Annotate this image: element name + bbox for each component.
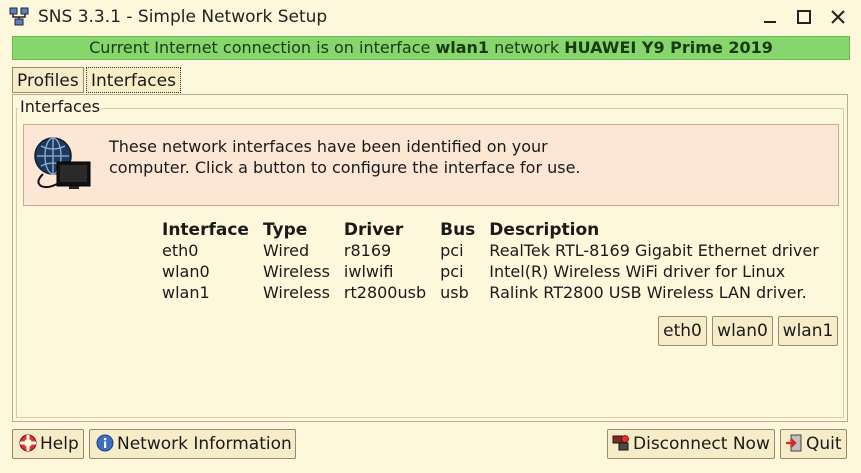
cell-description: Intel(R) Wireless WiFi driver for Linux — [489, 262, 786, 281]
cell-bus: pci — [440, 262, 464, 281]
table-header-row: Interface Type Driver Bus Description — [158, 219, 829, 240]
table-row: wlan0 Wireless iwlwifi pci Intel(R) Wire… — [158, 261, 829, 282]
eth0-button[interactable]: eth0 — [658, 316, 707, 346]
status-middle: network — [494, 38, 560, 57]
network-information-button[interactable]: Network Information — [89, 429, 296, 459]
tab-interfaces[interactable]: Interfaces — [86, 67, 181, 93]
interfaces-table: Interface Type Driver Bus Description et… — [158, 219, 829, 303]
info-line-1: These network interfaces have been ident… — [109, 137, 548, 156]
info-text: These network interfaces have been ident… — [109, 136, 809, 178]
quit-label: Quit — [806, 434, 842, 454]
quit-button[interactable]: Quit — [780, 429, 847, 459]
wlan0-button[interactable]: wlan0 — [712, 316, 773, 346]
title-bar: SNS 3.3.1 - Simple Network Setup — [0, 0, 861, 34]
window-title: SNS 3.3.1 - Simple Network Setup — [38, 7, 328, 27]
info-line-2: computer. Click a button to configure th… — [109, 158, 581, 177]
cell-driver: r8169 — [343, 241, 392, 260]
disconnect-now-button[interactable]: Disconnect Now — [607, 429, 775, 459]
table-row: wlan1 Wireless rt2800usb usb Ralink RT28… — [158, 282, 829, 303]
cell-type: Wired — [262, 241, 310, 260]
lifebuoy-icon — [19, 434, 37, 452]
header-description: Description — [489, 219, 600, 240]
connection-status-bar: Current Internet connection is on interf… — [12, 36, 850, 60]
close-icon[interactable] — [826, 6, 850, 28]
network-app-icon — [9, 7, 29, 26]
cell-interface: wlan0 — [162, 262, 210, 281]
status-prefix: Current Internet connection is on interf… — [89, 38, 431, 57]
minimize-icon[interactable] — [758, 6, 782, 28]
cell-type: Wireless — [262, 283, 330, 302]
status-network: HUAWEI Y9 Prime 2019 — [564, 38, 773, 57]
tab-profiles[interactable]: Profiles — [12, 67, 84, 93]
table-row: eth0 Wired r8169 pci RealTek RTL-8169 Gi… — [158, 240, 829, 261]
header-bus: Bus — [440, 219, 476, 240]
cell-type: Wireless — [262, 262, 330, 281]
header-interface: Interface — [162, 219, 249, 240]
header-type: Type — [262, 219, 308, 240]
cell-bus: usb — [440, 283, 469, 302]
cell-interface: wlan1 — [162, 283, 210, 302]
help-button[interactable]: Help — [12, 429, 84, 459]
maximize-icon[interactable] — [792, 6, 816, 28]
cell-driver: rt2800usb — [343, 283, 427, 302]
disconnect-icon — [612, 435, 629, 451]
status-interface: wlan1 — [435, 38, 490, 57]
cell-driver: iwlwifi — [343, 262, 394, 281]
info-icon — [96, 434, 114, 452]
header-driver: Driver — [343, 219, 404, 240]
cell-description: RealTek RTL-8169 Gigabit Ethernet driver — [489, 241, 819, 260]
cell-interface: eth0 — [162, 241, 199, 260]
network-information-label: Network Information — [117, 434, 292, 454]
disconnect-now-label: Disconnect Now — [633, 434, 770, 454]
help-label: Help — [40, 434, 79, 454]
cell-bus: pci — [440, 241, 464, 260]
cell-description: Ralink RT2800 USB Wireless LAN driver. — [489, 283, 807, 302]
exit-door-icon — [786, 434, 802, 452]
network-computer-icon — [34, 137, 91, 189]
section-label: Interfaces — [18, 97, 102, 116]
wlan1-button[interactable]: wlan1 — [778, 316, 838, 346]
